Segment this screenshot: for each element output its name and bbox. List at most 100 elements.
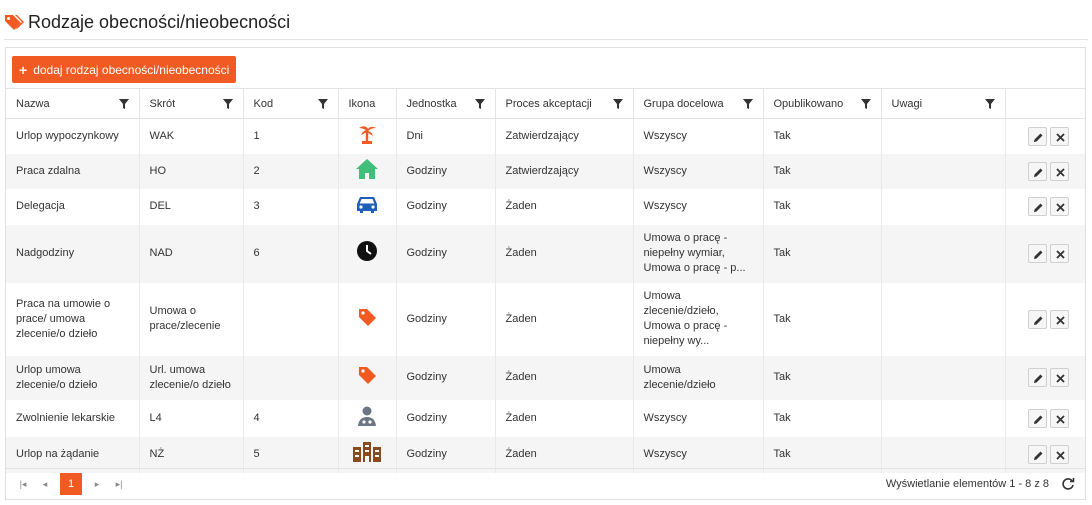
delete-button[interactable] — [1050, 408, 1069, 428]
cell-icon — [338, 399, 397, 437]
column-header-actions — [1005, 88, 1085, 119]
cell-actions — [1005, 189, 1085, 225]
table-row[interactable]: Praca na umowie o prace/ umowa zlecenie/… — [6, 282, 1085, 356]
cell-group: Wszyscy — [633, 188, 764, 225]
column-header-code[interactable]: Kod — [243, 88, 339, 119]
pencil-icon — [1034, 133, 1043, 142]
edit-button[interactable] — [1028, 161, 1047, 181]
cell-published: Tak — [763, 399, 882, 437]
edit-button[interactable] — [1028, 445, 1047, 464]
cell-short: NAD — [139, 224, 244, 283]
filter-icon[interactable] — [612, 99, 623, 109]
pencil-icon — [1034, 316, 1043, 325]
cell-process: Żaden — [495, 282, 634, 356]
edit-button[interactable] — [1028, 309, 1047, 329]
cell-actions — [1005, 400, 1085, 437]
refresh-icon[interactable] — [1061, 477, 1075, 491]
delete-button[interactable] — [1050, 126, 1069, 146]
column-header-name[interactable]: Nazwa — [6, 88, 140, 119]
last-page-button[interactable]: ▸| — [110, 473, 128, 495]
cell-short: DEL — [139, 188, 244, 225]
delete-button[interactable] — [1050, 197, 1069, 216]
column-header-short[interactable]: Skrót — [139, 88, 244, 119]
table-row[interactable]: Praca zdalna HO 2 Godziny Zatwierdzający Wszy… — [6, 153, 1085, 189]
table-row[interactable]: Delegacja DEL 3 Godziny Żaden Wszyscy Tak — [6, 188, 1085, 225]
cell-name: Urlop wypoczynkowy — [6, 118, 140, 154]
edit-button[interactable] — [1028, 197, 1047, 216]
cell-icon — [338, 153, 397, 189]
doctor-icon — [356, 406, 378, 430]
column-header-process[interactable]: Proces akceptacji — [495, 88, 634, 119]
cell-code: 4 — [243, 399, 339, 437]
clock-icon — [356, 241, 378, 265]
delete-button[interactable] — [1050, 309, 1069, 329]
cell-group: Umowa o pracę - niepełny wymiar, Umowa o… — [633, 224, 764, 283]
cell-code: 2 — [243, 153, 339, 189]
filter-icon[interactable] — [222, 99, 233, 109]
add-type-button[interactable]: + dodaj rodzaj obecności/nieobecności — [12, 56, 237, 83]
pencil-icon — [1034, 168, 1043, 177]
edit-button[interactable] — [1028, 244, 1047, 263]
cell-process: Żaden — [495, 188, 634, 225]
cell-process: Żaden — [495, 224, 634, 283]
cell-unit: Godziny — [396, 282, 496, 356]
edit-button[interactable] — [1028, 126, 1047, 146]
cell-actions — [1005, 224, 1085, 283]
cell-published: Tak — [763, 224, 882, 283]
cell-notes — [881, 399, 1006, 437]
home-icon — [355, 158, 379, 183]
cell-unit: Godziny — [396, 355, 496, 400]
filter-icon[interactable] — [317, 99, 328, 109]
page-title: Rodzaje obecności/nieobecności — [28, 11, 291, 32]
filter-icon[interactable] — [474, 99, 485, 109]
delete-button[interactable] — [1050, 445, 1069, 464]
column-header-group[interactable]: Grupa docelowa — [633, 88, 764, 119]
filter-icon[interactable] — [742, 99, 753, 109]
table-row[interactable]: Urlop wypoczynkowy WAK 1 Dni Zatwierdzający W… — [6, 118, 1085, 154]
plus-icon: + — [19, 61, 28, 78]
delete-button[interactable] — [1050, 244, 1069, 263]
cell-notes — [881, 188, 1006, 225]
cell-notes — [881, 282, 1006, 356]
pager: |◂ ◂ 1 ▸ ▸| Wyświetlanie elementów 1 - 8… — [6, 468, 1085, 499]
pencil-icon — [1034, 203, 1043, 212]
cell-unit: Godziny — [396, 188, 496, 225]
table-row[interactable]: Zwolnienie lekarskie L4 4 Godziny Żaden Wszys… — [6, 399, 1085, 437]
edit-button[interactable] — [1028, 408, 1047, 428]
grid-panel: + dodaj rodzaj obecności/nieobecności Na… — [5, 47, 1086, 500]
cell-unit: Godziny — [396, 399, 496, 437]
cell-group: Wszyscy — [633, 399, 764, 437]
page-header: Rodzaje obecności/nieobecności — [4, 9, 290, 35]
column-header-notes[interactable]: Uwagi — [881, 88, 1006, 119]
cell-notes — [881, 355, 1006, 400]
close-icon — [1056, 167, 1065, 177]
close-icon — [1056, 133, 1065, 142]
filter-icon[interactable] — [984, 99, 995, 109]
cell-short: WAK — [139, 118, 244, 154]
column-header-unit[interactable]: Jednostka — [396, 88, 496, 119]
close-icon — [1056, 374, 1065, 383]
pencil-icon — [1034, 250, 1043, 259]
next-page-button[interactable]: ▸ — [88, 473, 106, 495]
delete-button[interactable] — [1050, 368, 1069, 387]
cell-notes — [881, 224, 1006, 283]
pencil-icon — [1034, 374, 1043, 383]
pencil-icon — [1034, 451, 1043, 460]
cell-icon — [338, 188, 397, 225]
cell-published: Tak — [763, 355, 882, 400]
cell-icon — [338, 282, 397, 356]
filter-icon[interactable] — [118, 99, 129, 109]
cell-name: Praca zdalna — [6, 153, 140, 189]
table-row[interactable]: Nadgodziny NAD 6 Godziny Żaden Umowa o pracę … — [6, 224, 1085, 283]
cell-process: Zatwierdzający — [495, 153, 634, 189]
cell-process: Żaden — [495, 399, 634, 437]
column-header-published[interactable]: Opublikowano — [763, 88, 882, 119]
edit-button[interactable] — [1028, 368, 1047, 387]
pencil-icon — [1034, 415, 1043, 424]
filter-icon[interactable] — [860, 99, 871, 109]
table-row[interactable]: Urlop umowa zlecenie/o dzieło Url. umowa … — [6, 355, 1085, 400]
prev-page-button[interactable]: ◂ — [36, 473, 54, 495]
first-page-button[interactable]: |◂ — [14, 473, 32, 495]
delete-button[interactable] — [1050, 161, 1069, 181]
current-page-button[interactable]: 1 — [60, 473, 82, 495]
